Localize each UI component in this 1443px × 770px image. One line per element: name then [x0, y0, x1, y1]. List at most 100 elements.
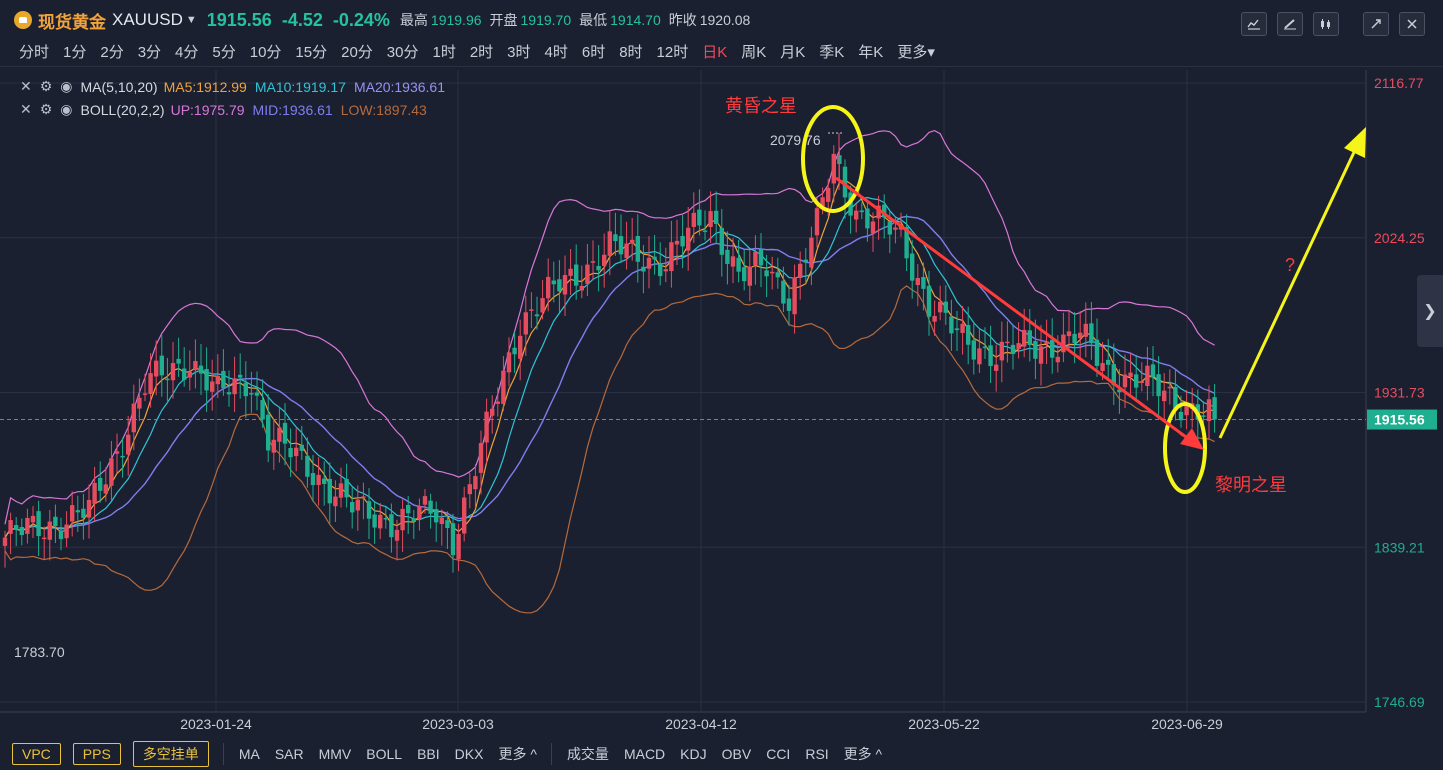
candle-body — [1066, 331, 1072, 337]
sub-indicator-1[interactable]: MACD — [624, 746, 665, 762]
x-tick-label: 2023-05-22 — [908, 716, 980, 732]
candle-body — [529, 309, 534, 311]
morning-star-label: 黎明之星 — [1215, 475, 1287, 495]
close-icon[interactable]: ✕ — [20, 101, 32, 118]
chevron-right-icon[interactable]: ❯ — [1417, 275, 1443, 347]
candle-body — [702, 230, 708, 232]
candle-body — [327, 478, 332, 504]
candle-body — [193, 361, 198, 371]
candle-body — [960, 323, 965, 333]
boll-mid-value: MID:1936.61 — [252, 101, 333, 118]
candle-body — [747, 266, 752, 286]
candle-body — [282, 422, 288, 444]
candle-body — [859, 210, 864, 213]
candle-body — [1134, 374, 1139, 388]
candle-body — [730, 256, 736, 267]
candle-body — [1005, 341, 1010, 344]
candle-body — [277, 427, 282, 442]
eye-icon[interactable]: ◉ — [60, 101, 72, 118]
candle-body — [949, 316, 954, 334]
close-icon[interactable]: ✕ — [20, 78, 32, 95]
sub-indicator-6[interactable]: 更多 ^ — [844, 744, 882, 764]
candle-body — [1083, 323, 1088, 337]
main-indicator-0[interactable]: MA — [239, 746, 260, 762]
candle-body — [226, 392, 232, 395]
candle-body — [501, 370, 506, 404]
candle-body — [635, 236, 640, 262]
candle-body — [266, 414, 271, 451]
main-indicator-5[interactable]: DKX — [455, 746, 484, 762]
candle-body — [142, 393, 148, 395]
candle-body — [103, 484, 108, 494]
candle-body — [764, 270, 769, 277]
sub-indicator-5[interactable]: RSI — [805, 746, 828, 762]
candle-body — [210, 381, 215, 392]
y-tick-label: 1746.69 — [1374, 694, 1425, 710]
candle-body — [988, 345, 993, 367]
gear-icon[interactable]: ⚙ — [40, 78, 53, 95]
candle-body — [652, 256, 657, 260]
candle-body — [394, 529, 400, 541]
chart-app: 现货黄金 XAUUSD ▼ 1915.56 -4.52 -0.24% 最高 19… — [0, 0, 1443, 770]
sub-indicator-3[interactable]: OBV — [722, 746, 752, 762]
candle-body — [551, 280, 556, 285]
candle-body — [602, 254, 607, 266]
gear-icon[interactable]: ⚙ — [40, 101, 53, 118]
candle-body — [579, 285, 584, 291]
candle-body — [540, 298, 545, 313]
candle-body — [534, 314, 540, 317]
candle-body — [322, 478, 327, 484]
candle-body — [574, 264, 579, 286]
bottom-box-1[interactable]: PPS — [72, 742, 121, 765]
bottom-box-0[interactable]: VPC — [12, 742, 61, 765]
candle-body — [658, 263, 663, 277]
bottom-box-2[interactable]: 多空挂单 — [132, 740, 209, 767]
boll-up-value: UP:1975.79 — [170, 101, 245, 118]
candle-body — [1184, 405, 1189, 416]
evening-star-label: 黄昏之星 — [725, 96, 797, 116]
candle-body — [490, 408, 495, 416]
candle-body — [148, 373, 153, 394]
boll-upper-line — [4, 129, 1215, 525]
candle-body — [714, 210, 719, 224]
candle-body — [484, 411, 489, 443]
candle-body — [47, 521, 52, 540]
main-indicator-6[interactable]: 更多 ^ — [498, 744, 536, 764]
candle-body — [1010, 344, 1016, 354]
candle-body — [428, 500, 433, 514]
candle-body — [562, 275, 568, 295]
candle-body — [1122, 374, 1128, 388]
candle-body — [585, 264, 590, 284]
candle-body — [462, 497, 467, 534]
candle-body — [187, 371, 192, 378]
candle-body — [1089, 323, 1094, 344]
candle-body — [1033, 341, 1038, 359]
candle-body — [786, 298, 792, 311]
eye-icon[interactable]: ◉ — [60, 78, 72, 95]
sub-indicator-0[interactable]: 成交量 — [567, 744, 609, 764]
main-indicator-4[interactable]: BBI — [417, 746, 440, 762]
candle-body — [590, 261, 596, 263]
candle-body — [70, 505, 75, 522]
candle-body — [921, 276, 926, 289]
candle-body — [1072, 333, 1077, 344]
candle-body — [926, 285, 932, 317]
candle-body — [58, 530, 64, 540]
main-indicator-2[interactable]: MMV — [319, 746, 352, 762]
sub-indicator-2[interactable]: KDJ — [680, 746, 706, 762]
candle-body — [781, 280, 786, 304]
candle-body — [999, 341, 1004, 361]
indicator-bar: VPC PPS 多空挂单 MA SAR MMV BOLL BBI DKX 更多 ^ 成交量 MACD K… — [0, 737, 1443, 770]
candle-body — [98, 477, 103, 491]
candle-body — [260, 400, 265, 420]
candle-body — [411, 518, 416, 522]
main-indicator-1[interactable]: SAR — [275, 746, 304, 762]
candle-body — [624, 243, 629, 259]
sub-indicator-4[interactable]: CCI — [766, 746, 790, 762]
candle-body — [753, 251, 758, 265]
candle-body — [361, 496, 366, 498]
candle-body — [523, 312, 528, 335]
candle-body — [176, 358, 181, 364]
main-indicator-3[interactable]: BOLL — [366, 746, 402, 762]
candle-body — [854, 210, 859, 220]
